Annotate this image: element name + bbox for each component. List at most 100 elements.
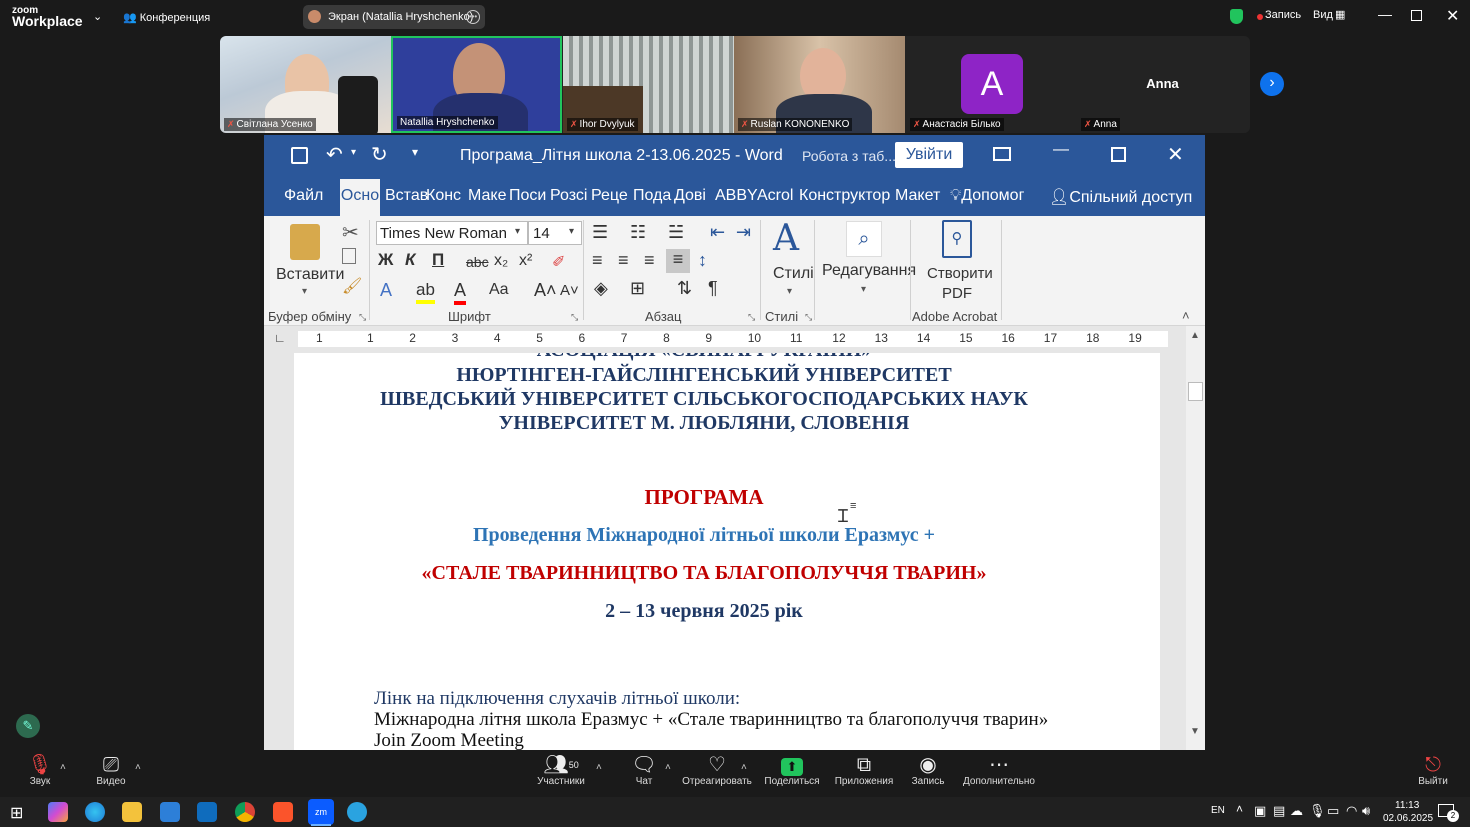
dialog-launcher-icon[interactable]: ⤡ — [748, 312, 755, 323]
search-icon[interactable]: ⌕ — [846, 221, 882, 257]
increase-indent-icon[interactable]: ⇥ — [736, 222, 751, 243]
scroll-thumb[interactable] — [1188, 382, 1203, 401]
tab-review[interactable]: Реце — [591, 187, 628, 205]
styles-button[interactable]: Стилі — [773, 265, 814, 283]
ribbon-display-icon[interactable] — [993, 147, 1011, 161]
chevron-up-icon[interactable]: ˄ — [60, 762, 66, 773]
chevron-up-icon[interactable]: ˄ — [1236, 802, 1243, 816]
meeting-button[interactable]: 👥 Конференция — [123, 11, 210, 24]
underline-icon[interactable]: П — [432, 250, 444, 270]
tab-acrobat[interactable]: Acrol — [757, 187, 793, 205]
multilevel-list-icon[interactable]: ☱ — [668, 222, 684, 243]
windows-start-icon[interactable]: ⊞ — [10, 803, 23, 823]
font-name-select[interactable]: Times New Roman ▾ — [376, 221, 528, 245]
chrome-icon[interactable] — [235, 802, 255, 822]
tab-design[interactable]: Конс — [426, 187, 461, 205]
borders-icon[interactable]: ⊞ — [630, 278, 645, 299]
format-painter-icon[interactable]: 🖌︎ — [342, 276, 362, 296]
highlight-icon[interactable]: ab — [416, 280, 435, 304]
participant-tile-active[interactable]: Natallia Hryshchenko — [391, 36, 562, 133]
volume-icon[interactable]: 🔊︎ — [1362, 803, 1370, 819]
tab-table-layout[interactable]: Макет — [895, 187, 940, 205]
dialog-launcher-icon[interactable]: ⤡ — [805, 312, 812, 323]
change-case-icon[interactable]: Aa — [489, 281, 509, 299]
edge-icon[interactable] — [85, 802, 105, 822]
text-effects-icon[interactable]: A — [380, 280, 392, 301]
chevron-up-icon[interactable]: ˄ — [665, 762, 671, 773]
participant-tile[interactable]: A ✗ Анастасія Білько — [906, 36, 1077, 133]
show-marks-icon[interactable]: ¶ — [708, 278, 718, 299]
annotate-icon[interactable]: ✎ — [16, 714, 40, 738]
leave-button[interactable]: ⎋ Выйти — [1388, 750, 1470, 787]
more-button[interactable]: ⋯ Дополнительно — [954, 750, 1044, 787]
copy-icon[interactable] — [342, 248, 356, 264]
tab-mailings[interactable]: Розсі — [550, 187, 587, 205]
tab-stop-icon[interactable]: ∟ — [274, 331, 286, 345]
chevron-up-icon[interactable]: ˄ — [135, 762, 141, 773]
participant-tile[interactable]: ✗ Ihor Dvylyuk — [563, 36, 734, 133]
record-indicator[interactable]: Запись — [1265, 9, 1301, 21]
superscript-icon[interactable]: x² — [519, 252, 532, 270]
zoom-app-icon[interactable]: zm — [308, 799, 334, 825]
participants-button[interactable]: 👥︎50 Участники — [516, 750, 606, 787]
strikethrough-icon[interactable]: abc — [466, 254, 489, 270]
undo-icon[interactable]: ↶ — [326, 142, 343, 167]
justify-icon[interactable]: ≡ — [666, 249, 690, 273]
align-right-icon[interactable]: ≡ — [644, 250, 655, 271]
bullets-icon[interactable]: ☰ — [592, 222, 608, 243]
chevron-down-icon[interactable]: ⌄ — [93, 10, 102, 23]
chevron-down-icon[interactable]: ▾ — [302, 286, 307, 297]
file-explorer-icon[interactable] — [122, 802, 142, 822]
redo-icon[interactable]: ↻ — [371, 142, 388, 167]
scroll-up-icon[interactable]: ▲ — [1190, 330, 1200, 341]
decrease-indent-icon[interactable]: ⇤ — [710, 222, 725, 243]
participant-tile[interactable]: ✗ Ruslan KONONENKO — [734, 36, 905, 133]
numbering-icon[interactable]: ☷ — [630, 222, 646, 243]
font-size-select[interactable]: 14 ▾ — [528, 221, 582, 245]
video-button[interactable]: ⎚ Видео — [66, 750, 156, 787]
vertical-scrollbar[interactable]: ▲ ▼ — [1186, 326, 1205, 750]
grow-font-icon[interactable]: A˄ — [534, 280, 557, 301]
styles-icon[interactable]: A — [773, 218, 799, 259]
tab-home[interactable]: Осно — [340, 179, 380, 216]
create-pdf-button[interactable]: Створити — [927, 265, 993, 282]
minimize-icon[interactable]: — — [1378, 6, 1392, 22]
collapse-ribbon-icon[interactable]: ˄ — [1182, 308, 1190, 323]
tab-file[interactable]: Файл — [284, 187, 323, 205]
bold-icon[interactable]: Ж — [378, 250, 393, 270]
sort-icon[interactable]: ⇅ — [677, 278, 692, 299]
tray-icon[interactable]: ▣ — [1254, 803, 1266, 819]
share-button[interactable]: 👤︎Спільний доступ — [1049, 187, 1192, 207]
cut-icon[interactable]: ✂ — [342, 220, 359, 245]
tab-table-design[interactable]: Конструктор — [799, 187, 890, 205]
tab-layout[interactable]: Маке — [468, 187, 506, 205]
copilot-icon[interactable] — [48, 802, 68, 822]
next-page-icon[interactable]: › — [1260, 72, 1284, 96]
tab-abbyy[interactable]: ABBY — [715, 187, 758, 205]
tell-me-button[interactable]: 💡︎Допомог — [950, 187, 1024, 205]
tell-me-hint[interactable]: Робота з таб... — [802, 148, 896, 164]
paste-icon[interactable] — [290, 224, 320, 260]
clock-time[interactable]: 11:13 — [1395, 800, 1419, 811]
chevron-up-icon[interactable]: ˄ — [741, 762, 747, 773]
language-indicator[interactable]: EN — [1211, 805, 1225, 816]
tab-references[interactable]: Поси — [509, 187, 546, 205]
chevron-down-icon[interactable]: ▾ — [787, 286, 792, 297]
signin-button[interactable]: Увійти — [895, 142, 963, 168]
scroll-down-icon[interactable]: ▼ — [1190, 726, 1200, 737]
save-icon[interactable] — [291, 147, 308, 164]
outlook-icon[interactable] — [197, 802, 217, 822]
editing-button[interactable]: Редагування — [822, 262, 916, 280]
more-icon[interactable]: ••• — [466, 10, 480, 24]
restore-icon[interactable] — [1411, 10, 1422, 21]
close-icon[interactable]: ✕ — [1167, 142, 1184, 167]
minimize-icon[interactable]: — — [1053, 141, 1069, 159]
subscript-icon[interactable]: x₂ — [494, 252, 508, 270]
maximize-icon[interactable] — [1111, 147, 1126, 162]
align-center-icon[interactable]: ≡ — [618, 250, 629, 271]
clock-date[interactable]: 02.06.2025 — [1383, 813, 1433, 824]
shrink-font-icon[interactable]: A˅ — [560, 282, 579, 299]
clear-format-icon[interactable]: ✐ — [552, 252, 565, 272]
telegram-icon[interactable] — [347, 802, 367, 822]
brave-icon[interactable] — [273, 802, 293, 822]
